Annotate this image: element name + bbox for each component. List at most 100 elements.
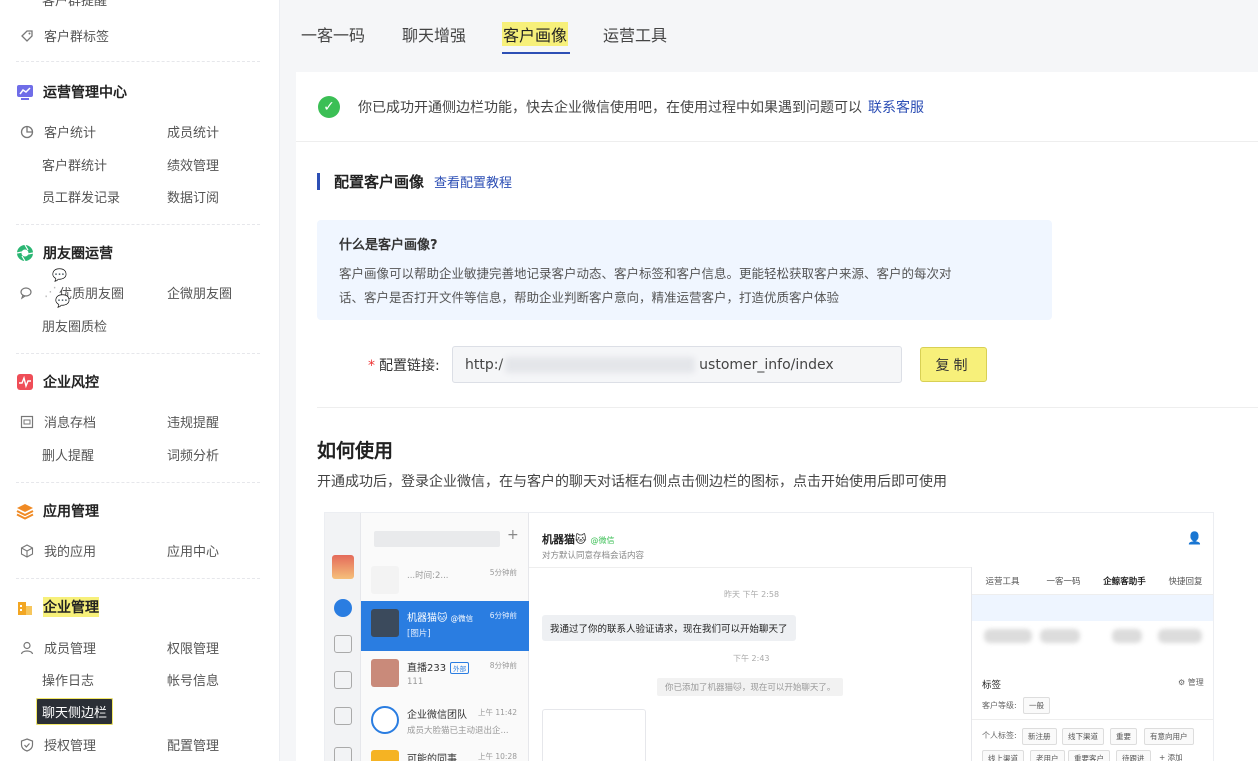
message-bubble: 我通过了你的联系人验证请求，现在我们可以开始聊天了 [542,615,796,641]
config-link-row: * 配置链接: http:/ ustomer_info/index 复制 [368,346,987,383]
add-tag-button[interactable]: + 添加 [1154,750,1188,761]
avatar [371,566,399,594]
sidebar-item-customer-stats[interactable]: 客户统计 [20,122,96,141]
chat-subtitle: 对方默认同意存档会话内容 [542,551,645,561]
cube-icon [20,543,34,558]
tab-assistant[interactable]: 企鲸客助手 [1094,567,1155,594]
info-desc-line-1: 客户画像可以帮助企业敏捷完善地记录客户动态、客户标签和客户信息。更能轻松获取客户… [339,266,952,281]
section-operations-center: 运营管理中心 [16,82,127,102]
sidebar-item-wecom-moments[interactable]: 企微朋友圈 [167,283,232,302]
redacted-text [1040,629,1080,643]
tab-chat-enhance[interactable]: 聊天增强 [402,22,466,46]
copy-button[interactable]: 复制 [920,347,987,382]
info-box: 什么是客户画像? 客户画像可以帮助企业敏捷完善地记录客户动态、客户标签和客户信息… [317,220,1052,320]
level-value[interactable]: 一般 [1023,697,1050,714]
info-title: 什么是客户画像? [339,238,438,253]
tag-chip[interactable]: 重要客户 [1068,750,1110,761]
tag-chip[interactable]: 新注册 [1022,728,1057,745]
list-item[interactable]: 直播233 外部 111 8分钟前 [361,651,529,701]
sidebar-item-operation-log[interactable]: 操作日志 [42,670,94,689]
add-user-icon[interactable]: 👤 [1187,531,1202,545]
sidebar-item-my-apps[interactable]: 我的应用 [20,541,96,560]
sidebar-item-authorization[interactable]: 授权管理 [20,735,96,754]
docs-icon [334,747,352,761]
tag-chip[interactable]: 老用户 [1030,750,1065,761]
search-input[interactable] [374,531,500,547]
tag-chip[interactable]: 重要 [1110,728,1137,745]
apps-icon [334,707,352,725]
link-prefix: http:/ [465,356,504,373]
sidebar-item-violation-alert[interactable]: 违规提醒 [167,412,219,431]
tag-chip[interactable]: 线下渠道 [1062,728,1104,745]
sidebar-item-label: 我的应用 [44,545,97,560]
sidebar-item-word-frequency[interactable]: 词频分析 [167,445,219,464]
sidebar-item-customer-group-reminder[interactable]: 客户群提醒 [42,0,107,9]
plus-icon[interactable]: + [507,527,519,543]
tab-operation-tools[interactable]: 运营工具 [972,567,1033,594]
sidebar-item-moments-qc[interactable]: 朋友圈质检 [42,316,107,335]
check-circle-icon: ✓ [318,95,340,118]
list-item[interactable]: 企业微信团队 成员大脸猫已主动退出企... 上午 11:42 [361,698,529,748]
section-accent-bar [317,173,320,190]
tab-one-customer-one-code[interactable]: 一客一码 [301,22,365,46]
divider [16,578,260,579]
avatar [371,750,399,761]
avatar [371,659,399,687]
list-item[interactable]: 机器猫🐱 @微信 [图片] 6分钟前 [361,601,529,651]
tab-customer-profile[interactable]: 客户画像 [502,22,569,46]
contact-support-link[interactable]: 联系客服 [868,97,924,117]
sidebar-item-permission-management[interactable]: 权限管理 [167,638,219,657]
redacted-text [984,629,1032,643]
config-link-input[interactable]: http:/ ustomer_info/index [452,346,902,383]
pie-chart-icon [20,125,34,139]
sidebar-item-member-management[interactable]: 成员管理 [20,638,96,657]
section-title: 运营管理中心 [43,85,127,101]
list-item[interactable]: 可能的同事 上午 10:28 [361,742,529,761]
tab-operation-tools[interactable]: 运营工具 [603,22,667,46]
app-rail [325,513,361,761]
sidebar-item-member-stats[interactable]: 成员统计 [167,122,219,141]
tag-icon [20,29,34,43]
tutorial-link[interactable]: 查看配置教程 [434,172,512,191]
manage-link[interactable]: ⚙ 管理 [1178,677,1204,688]
sidebar-item-mass-send-records[interactable]: 员工群发记录 [42,187,120,206]
conversation-list: + ...时间:2... 5分钟前 机器猫🐱 @微信 [图片] 6分钟前 直播23… [361,513,529,761]
tab-quick-reply[interactable]: 快捷回复 [1155,567,1213,594]
sidebar-item-account-info[interactable]: 帐号信息 [167,670,219,689]
aperture-icon [16,244,34,262]
chat-sidebar-tooltip: 聊天侧边栏 [36,698,114,725]
tag-chip[interactable]: 待跟进 [1116,750,1151,761]
sidebar-item-deletion-alert[interactable]: 删人提醒 [42,445,94,464]
usage-screenshot: + ...时间:2... 5分钟前 机器猫🐱 @微信 [图片] 6分钟前 直播23… [324,512,1214,761]
tab-bar: 一客一码 聊天增强 客户画像 运营工具 [296,0,1258,72]
avatar [371,706,399,734]
sidebar-item-data-subscription[interactable]: 数据订阅 [167,187,219,206]
archive-icon [20,415,34,429]
tag-chip[interactable]: 线上渠道 [982,750,1024,761]
chat-icon [334,599,352,617]
sidebar-item-customer-group-tag[interactable]: 客户群标签 [20,26,109,45]
sidebar-item-performance[interactable]: 绩效管理 [167,155,219,174]
tag-section-title: 标签 [982,680,1002,691]
calendar-icon [334,671,352,689]
sidebar-item-label: 成员管理 [44,642,97,657]
active-tab-indicator [502,52,570,54]
section-title: 配置客户画像 [334,173,425,191]
tag-chip[interactable]: 有意向用户 [1144,728,1194,745]
sidebar-item-label: 客户群标签 [44,30,110,45]
banner [972,595,1213,621]
sidebar-item-label: 授权管理 [44,739,97,754]
success-notice: ✓ 你已成功开通侧边栏功能，快去企业微信使用吧，在使用过程中如果遇到问题可以 联… [296,72,1258,142]
sidebar-item-app-center[interactable]: 应用中心 [167,541,219,560]
tab-one-customer-one-code[interactable]: 一客一码 [1033,567,1094,594]
sidebar-item-quality-moments[interactable]: ⋰ 优质朋友圈 [20,283,124,302]
divider [16,224,260,225]
divider [529,567,971,568]
divider [16,61,260,62]
sidebar-item-message-archive[interactable]: 消息存档 [20,412,96,431]
howto-title: 如何使用 [317,440,394,462]
config-section-header: 配置客户画像 查看配置教程 [317,171,512,192]
sidebar-item-label: 消息存档 [44,416,97,431]
sidebar-item-group-stats[interactable]: 客户群统计 [42,155,107,174]
sidebar-item-config-management[interactable]: 配置管理 [167,735,219,754]
